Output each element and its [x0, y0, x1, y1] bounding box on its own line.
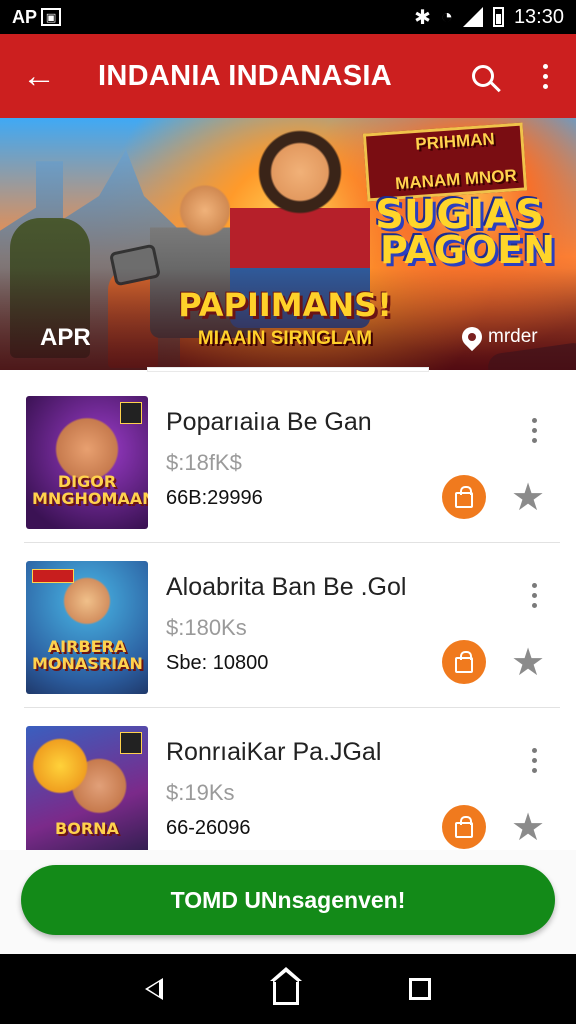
- bottom-action-area: TOMD UNnsagenven!: [0, 850, 576, 954]
- vibrate-icon: ✱: [414, 6, 431, 29]
- buy-button[interactable]: [442, 640, 486, 684]
- thumb-badge: [32, 569, 74, 583]
- cta-button[interactable]: TOMD UNnsagenven!: [21, 865, 555, 935]
- list-item[interactable]: BORNA RonrıaiKar Pa.JGal $:19Ks 66-26096…: [0, 708, 576, 850]
- thumb-title: BORNA: [55, 819, 119, 838]
- app-bar: ← INDANIA INDANASIA: [0, 34, 576, 118]
- banner-subtitle: MIAAIN SIRNGLAM: [197, 328, 373, 349]
- shopping-bag-icon: [455, 485, 473, 508]
- promo-banner[interactable]: PRIHMAN MANAM MNOR SUGIAS PAGOEN PAPIIMA…: [0, 118, 576, 370]
- more-vert-icon: [542, 63, 548, 89]
- thumb-badge: [120, 732, 142, 754]
- arrow-left-icon: ←: [22, 56, 56, 95]
- status-right: ✱ ◔ 13:30: [414, 5, 564, 30]
- shopping-bag-icon: [455, 650, 473, 673]
- item-title: RonrıaiKar Pa.JGal: [166, 738, 382, 766]
- item-more-button[interactable]: [524, 748, 544, 778]
- thumb-title: DIGOR MNGHOMAAN: [32, 472, 148, 508]
- pin-icon: [457, 322, 487, 352]
- banner-brand: mrder: [457, 322, 572, 352]
- item-more-button[interactable]: [524, 583, 544, 613]
- home-icon[interactable]: [270, 967, 302, 1005]
- thumb-badge: [120, 402, 142, 424]
- wifi-icon: ◔: [440, 5, 453, 28]
- item-thumbnail: DIGOR MNGHOMAAN: [26, 396, 148, 529]
- search-icon: [472, 65, 494, 87]
- banner-left-label: APR: [40, 324, 91, 351]
- banner-main-title: PAPIIMANS!: [178, 286, 392, 324]
- status-left-text: AP: [12, 6, 38, 27]
- star-icon[interactable]: ★: [508, 475, 548, 519]
- status-bar: AP ▣ ✱ ◔ 13:30: [0, 0, 576, 34]
- item-code: 66-26096: [166, 817, 251, 839]
- battery-icon: [492, 7, 504, 27]
- thumb-title: AIRBERA MONASRIAN: [32, 637, 143, 673]
- more-vert-icon: [531, 418, 537, 448]
- banner-brand-label: mrder: [488, 326, 538, 347]
- star-icon[interactable]: ★: [508, 805, 548, 849]
- item-code: 66B:29996: [166, 487, 263, 509]
- item-thumbnail: AIRBERA MONASRIAN: [26, 561, 148, 694]
- item-more-button[interactable]: [524, 418, 544, 448]
- item-thumbnail: BORNA: [26, 726, 148, 850]
- more-button[interactable]: [514, 34, 576, 118]
- item-code: Sbe: 10800: [166, 652, 269, 674]
- notification-icon: ▣: [41, 8, 62, 26]
- game-list: DIGOR MNGHOMAAN Poparıaiıa Be Gan $:18fK…: [0, 378, 576, 850]
- shopping-bag-icon: [455, 815, 473, 838]
- item-title: Poparıaiıa Be Gan: [166, 408, 372, 436]
- back-button[interactable]: ←: [0, 34, 78, 118]
- item-title: Aloabrita Ban Be .Gol: [166, 573, 407, 601]
- item-price: $:18fK$: [166, 450, 242, 475]
- list-item[interactable]: AIRBERA MONASRIAN Aloabrita Ban Be .Gol …: [0, 543, 576, 708]
- banner-game-title-2: PAGOEN: [380, 228, 556, 272]
- system-nav-bar: [0, 954, 576, 1024]
- recent-apps-icon[interactable]: [409, 978, 431, 1000]
- buy-button[interactable]: [442, 805, 486, 849]
- back-triangle-icon[interactable]: [145, 978, 163, 1000]
- star-icon[interactable]: ★: [508, 640, 548, 684]
- item-price: $:19Ks: [166, 780, 235, 805]
- item-price: $:180Ks: [166, 615, 247, 640]
- search-button[interactable]: [452, 34, 514, 118]
- list-item[interactable]: DIGOR MNGHOMAAN Poparıaiıa Be Gan $:18fK…: [0, 378, 576, 543]
- buy-button[interactable]: [442, 475, 486, 519]
- status-time: 13:30: [513, 5, 564, 28]
- page-title: INDANIA INDANASIA: [98, 59, 393, 92]
- signal-icon: [462, 7, 483, 27]
- more-vert-icon: [531, 583, 537, 613]
- more-vert-icon: [531, 748, 537, 778]
- status-left: AP ▣: [12, 6, 62, 28]
- banner-page-indicator: [148, 368, 428, 371]
